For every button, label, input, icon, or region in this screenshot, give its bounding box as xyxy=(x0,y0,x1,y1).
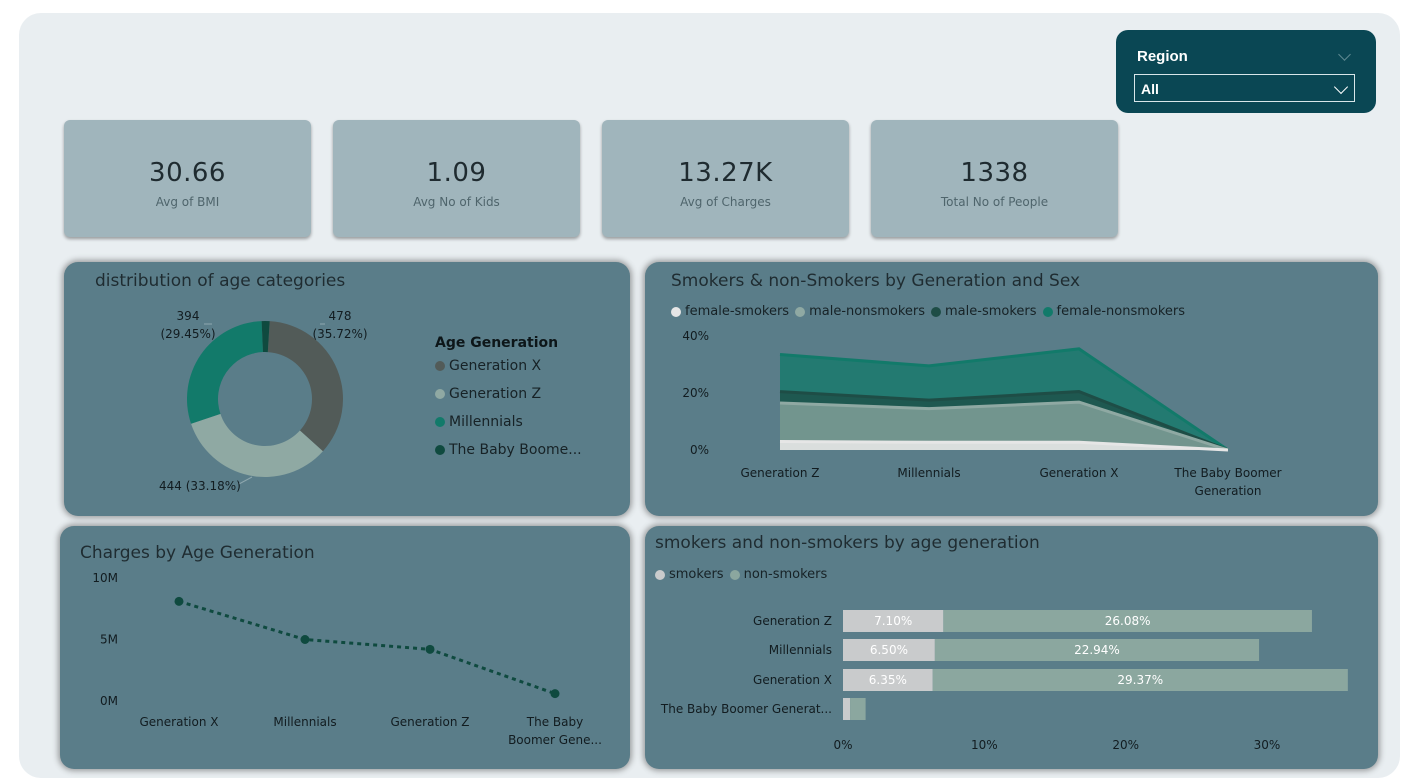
bar-segment[interactable] xyxy=(843,698,851,720)
region-slicer: Region All xyxy=(1116,30,1376,113)
bar-data-label: 26.08% xyxy=(1105,614,1151,628)
x-tick-label: Millennials xyxy=(273,715,336,729)
legend-dot-icon xyxy=(435,361,445,371)
x-tick-label: 10% xyxy=(971,738,998,752)
kpi-label: Total No of People xyxy=(940,195,1049,209)
donut-data-label: 444 (33.18%) xyxy=(159,479,241,493)
smokers-by-generation-sex-panel[interactable]: Smokers & non-Smokers by Generation and … xyxy=(645,262,1378,516)
bar-segment[interactable] xyxy=(850,698,866,720)
data-point[interactable] xyxy=(550,689,560,699)
kpi-card-avg-kids[interactable]: 1.09 Avg No of Kids xyxy=(333,120,580,237)
bar-data-label: 29.37% xyxy=(1117,673,1163,687)
x-tick-label: Generation X xyxy=(140,715,219,729)
chevron-down-icon[interactable] xyxy=(1333,79,1349,95)
region-slicer-title: Region xyxy=(1137,48,1188,65)
age-distribution-panel[interactable]: distribution of age categories 478 (35.72… xyxy=(64,262,630,516)
legend-item-millennials[interactable]: Millennials xyxy=(435,414,523,430)
slicer-header-chevron-icon[interactable] xyxy=(1338,48,1351,61)
y-category-label: Millennials xyxy=(769,643,832,657)
kpi-value: 1338 xyxy=(960,158,1029,188)
bar-data-label: 7.10% xyxy=(874,614,912,628)
legend-dot-icon xyxy=(435,389,445,399)
x-tick-label: Generation Z xyxy=(741,466,820,480)
x-tick-label: Generation Z xyxy=(391,715,470,729)
data-point[interactable] xyxy=(425,644,435,654)
x-tick-label: 30% xyxy=(1254,738,1281,752)
x-tick-label: Boomer Gene... xyxy=(508,733,602,747)
bar-chart: Generation Z 7.10% 26.08% Millennials 6.50% 2… xyxy=(660,610,1348,752)
kpi-label: Avg No of Kids xyxy=(413,195,500,209)
donut-data-pct: (29.45%) xyxy=(160,327,215,341)
region-dropdown[interactable]: All xyxy=(1134,74,1355,102)
leader-line xyxy=(238,476,253,485)
kpi-card-avg-charges[interactable]: 13.27K Avg of Charges xyxy=(602,120,849,237)
y-category-label: Generation Z xyxy=(753,614,832,628)
kpi-card-avg-bmi[interactable]: 30.66 Avg of BMI xyxy=(64,120,311,237)
legend-dot-icon xyxy=(435,417,445,427)
donut-data-pct: (35.72%) xyxy=(312,327,367,341)
legend-label: Generation Z xyxy=(449,386,542,402)
x-tick-label: Millennials xyxy=(897,466,960,480)
charges-line xyxy=(178,599,556,696)
y-tick-label: 0M xyxy=(100,694,118,708)
legend-label: Generation X xyxy=(449,358,542,374)
x-tick-label: 0% xyxy=(833,738,852,752)
donut-chart: 478 (35.72%) 394 (29.45%) 444 (33.18%) xyxy=(159,309,368,493)
y-tick-label: 10M xyxy=(92,571,118,585)
kpi-label: Avg of Charges xyxy=(680,195,771,209)
donut-slice[interactable] xyxy=(191,413,323,477)
data-point[interactable] xyxy=(174,596,184,606)
y-tick-label: 40% xyxy=(682,329,709,343)
y-category-label: The Baby Boomer Generat... xyxy=(660,702,832,716)
legend-item-generation-x[interactable]: Generation X xyxy=(435,358,541,374)
x-tick-label: The Baby Boomer xyxy=(1173,466,1281,480)
bar-data-label: 22.94% xyxy=(1074,643,1120,657)
donut-data-label: 394 xyxy=(177,309,200,323)
legend-label: Millennials xyxy=(449,414,523,430)
kpi-value: 30.66 xyxy=(149,158,226,188)
x-tick-label: Generation xyxy=(1195,484,1262,498)
data-point[interactable] xyxy=(300,635,310,644)
donut-data-label: 478 xyxy=(329,309,352,323)
line-chart: 10M 5M 0M Generation X Millennials Generation… xyxy=(92,571,602,747)
smokers-by-age-generation-panel[interactable]: smokers and non-smokers by age generatio… xyxy=(645,526,1378,769)
charges-by-generation-panel[interactable]: Charges by Age Generation 10M 5M 0M Generat… xyxy=(60,526,630,769)
legend-item-baby-boomer[interactable]: The Baby Boome... xyxy=(435,442,582,458)
legend-dot-icon xyxy=(435,445,445,455)
y-tick-label: 5M xyxy=(100,633,118,647)
kpi-value: 1.09 xyxy=(426,158,487,188)
donut-legend-title: Age Generation xyxy=(435,335,559,351)
legend-item-generation-z[interactable]: Generation Z xyxy=(435,386,541,402)
bar-data-label: 6.35% xyxy=(869,673,907,687)
kpi-label: Avg of BMI xyxy=(155,195,220,209)
region-dropdown-value: All xyxy=(1141,81,1159,97)
legend-label: The Baby Boome... xyxy=(449,442,582,458)
bar-data-label: 6.50% xyxy=(870,643,908,657)
y-tick-label: 0% xyxy=(690,443,709,457)
kpi-card-total-people[interactable]: 1338 Total No of People xyxy=(871,120,1118,237)
kpi-value: 13.27K xyxy=(678,158,773,188)
y-tick-label: 20% xyxy=(682,386,709,400)
x-tick-label: Generation X xyxy=(1040,466,1119,480)
x-tick-label: 20% xyxy=(1112,738,1139,752)
x-tick-label: The Baby xyxy=(526,715,583,729)
y-category-label: Generation X xyxy=(753,673,832,687)
area-chart: 40% 20% 0% Generation Z Millennials Generatio… xyxy=(682,329,1281,498)
